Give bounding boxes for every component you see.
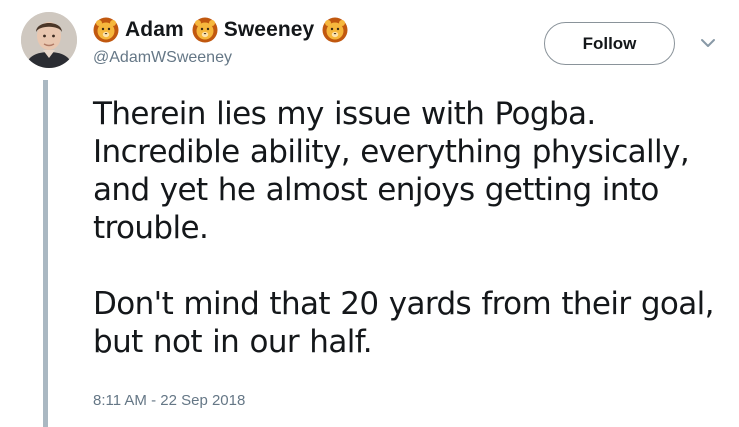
user-handle[interactable]: @AdamWSweeney	[93, 49, 348, 67]
lion-face-emoji-icon	[192, 17, 218, 43]
tweet-paragraph: Don't mind that 20 yards from their goal…	[93, 286, 715, 360]
tweet-paragraph: Therein lies my issue with Pogba. Incred…	[93, 96, 690, 246]
tweet-header: Adam Sweeney @AdamWSweeney	[93, 15, 348, 67]
lion-face-emoji-icon	[322, 17, 348, 43]
lion-face-emoji-icon	[93, 17, 119, 43]
tweet-text: Therein lies my issue with Pogba. Incred…	[93, 95, 733, 361]
display-name-last: Sweeney	[223, 18, 315, 41]
display-name-first: Adam	[125, 18, 184, 41]
avatar-image	[21, 12, 77, 68]
avatar[interactable]	[21, 12, 77, 68]
display-name[interactable]: Adam Sweeney	[93, 15, 348, 45]
thread-line	[43, 80, 48, 427]
tweet-timestamp[interactable]: 8:11 AM - 22 Sep 2018	[93, 392, 245, 409]
follow-button[interactable]: Follow	[544, 22, 675, 65]
chevron-down-icon[interactable]	[699, 36, 717, 50]
